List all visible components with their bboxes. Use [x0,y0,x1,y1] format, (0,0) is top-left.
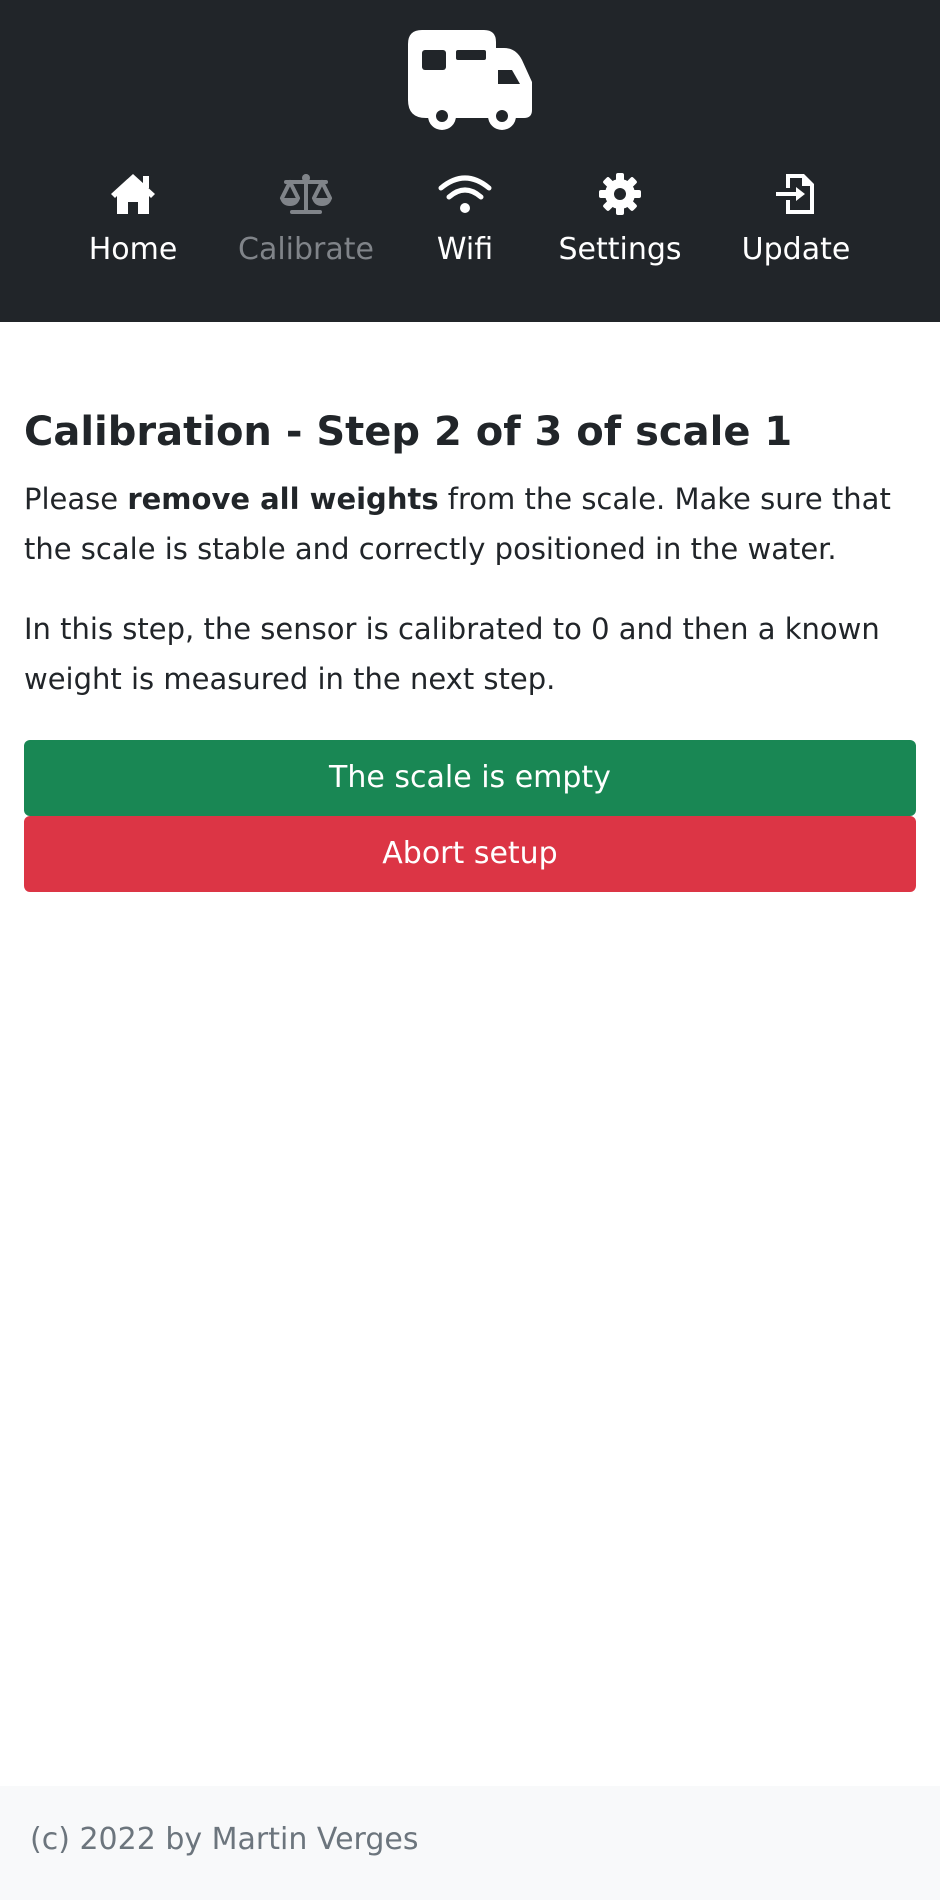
nav-label-wifi: Wifi [436,232,494,267]
nav-item-settings[interactable]: Settings [555,170,685,270]
nav-label-home: Home [88,232,178,267]
footer: (c) 2022 by Martin Verges [0,1786,940,1900]
nav-label-settings: Settings [558,232,682,267]
rv-camper-icon[interactable] [408,30,532,130]
instruction-emphasis: remove all weights [127,482,439,516]
nav-item-wifi[interactable]: Wifi [430,170,500,270]
nav-label-update: Update [741,232,851,267]
home-icon [111,174,155,214]
nav-item-home[interactable]: Home [83,170,183,270]
nav-label-calibrate: Calibrate [238,232,374,267]
instruction-prefix: Please [24,482,128,516]
scale-empty-button[interactable]: The scale is empty [24,740,916,816]
abort-setup-button[interactable]: Abort setup [24,816,916,892]
calibration-panel: Calibration - Step 2 of 3 of scale 1 Ple… [24,400,916,892]
calibration-note: In this step, the sensor is calibrated t… [24,612,880,696]
gear-icon [599,173,641,215]
wifi-icon [438,175,492,213]
main-nav: Home Calibrate Wifi Settings Update [0,170,940,280]
instruction-text: Please remove all weights from the scale… [24,474,916,574]
page-title: Calibration - Step 2 of 3 of scale 1 [24,409,793,455]
scale-balance-icon [280,174,332,214]
nav-item-calibrate[interactable]: Calibrate [238,170,374,270]
nav-item-update[interactable]: Update [740,170,852,270]
file-import-icon [776,174,814,214]
top-navbar: Home Calibrate Wifi Settings Update [0,0,940,322]
copyright-text: (c) 2022 by Martin Verges [30,1822,419,1857]
